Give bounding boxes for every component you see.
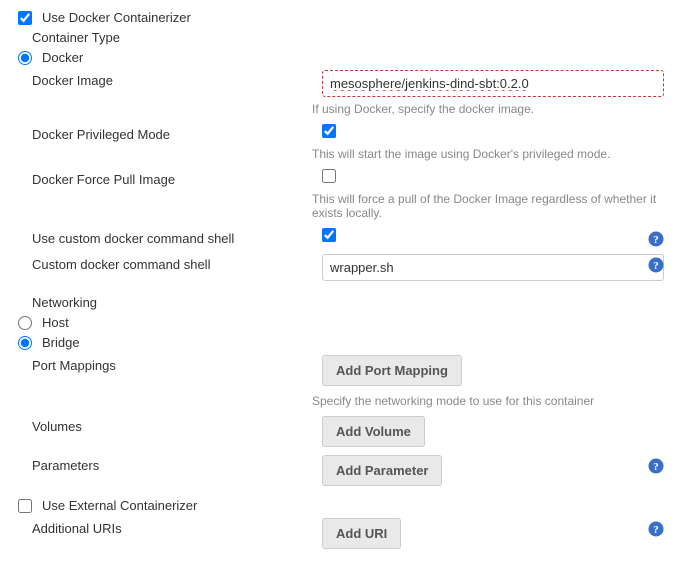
- use-docker-containerizer-checkbox[interactable]: [18, 11, 32, 25]
- docker-image-hint: If using Docker, specify the docker imag…: [312, 102, 664, 116]
- help-icon[interactable]: ?: [648, 521, 664, 537]
- force-pull-label: Docker Force Pull Image: [32, 172, 175, 187]
- port-mappings-label: Port Mappings: [32, 358, 116, 373]
- add-port-mapping-button[interactable]: Add Port Mapping: [322, 355, 462, 386]
- networking-host-label: Host: [42, 315, 69, 330]
- svg-text:?: ?: [653, 260, 659, 272]
- add-volume-button[interactable]: Add Volume: [322, 416, 425, 447]
- help-icon[interactable]: ?: [648, 257, 664, 273]
- networking-host-radio[interactable]: [18, 316, 32, 330]
- port-mappings-hint: Specify the networking mode to use for t…: [312, 394, 664, 408]
- use-external-containerizer-checkbox[interactable]: [18, 499, 32, 513]
- svg-text:?: ?: [653, 524, 659, 536]
- use-docker-containerizer-label: Use Docker Containerizer: [42, 10, 191, 25]
- docker-image-label: Docker Image: [32, 73, 113, 88]
- help-icon[interactable]: ?: [648, 458, 664, 474]
- privileged-mode-label: Docker Privileged Mode: [32, 127, 170, 142]
- container-type-docker-label: Docker: [42, 50, 83, 65]
- additional-uris-label: Additional URIs: [32, 521, 122, 536]
- networking-label: Networking: [32, 295, 97, 310]
- container-type-docker-radio[interactable]: [18, 51, 32, 65]
- use-custom-shell-label: Use custom docker command shell: [32, 231, 234, 246]
- force-pull-hint: This will force a pull of the Docker Ima…: [312, 192, 662, 220]
- volumes-label: Volumes: [32, 419, 82, 434]
- help-icon[interactable]: ?: [648, 231, 664, 247]
- custom-shell-label: Custom docker command shell: [32, 257, 210, 272]
- networking-bridge-radio[interactable]: [18, 336, 32, 350]
- add-uri-button[interactable]: Add URI: [322, 518, 401, 549]
- docker-image-input[interactable]: [322, 70, 664, 97]
- custom-shell-input[interactable]: [322, 254, 664, 281]
- use-custom-shell-checkbox[interactable]: [322, 228, 336, 242]
- add-parameter-button[interactable]: Add Parameter: [322, 455, 442, 486]
- svg-text:?: ?: [653, 234, 659, 246]
- networking-bridge-label: Bridge: [42, 335, 80, 350]
- privileged-mode-hint: This will start the image using Docker's…: [312, 147, 664, 161]
- privileged-mode-checkbox[interactable]: [322, 124, 336, 138]
- force-pull-checkbox[interactable]: [322, 169, 336, 183]
- parameters-label: Parameters: [32, 458, 99, 473]
- use-external-containerizer-label: Use External Containerizer: [42, 498, 197, 513]
- container-type-label: Container Type: [32, 30, 120, 45]
- svg-text:?: ?: [653, 461, 659, 473]
